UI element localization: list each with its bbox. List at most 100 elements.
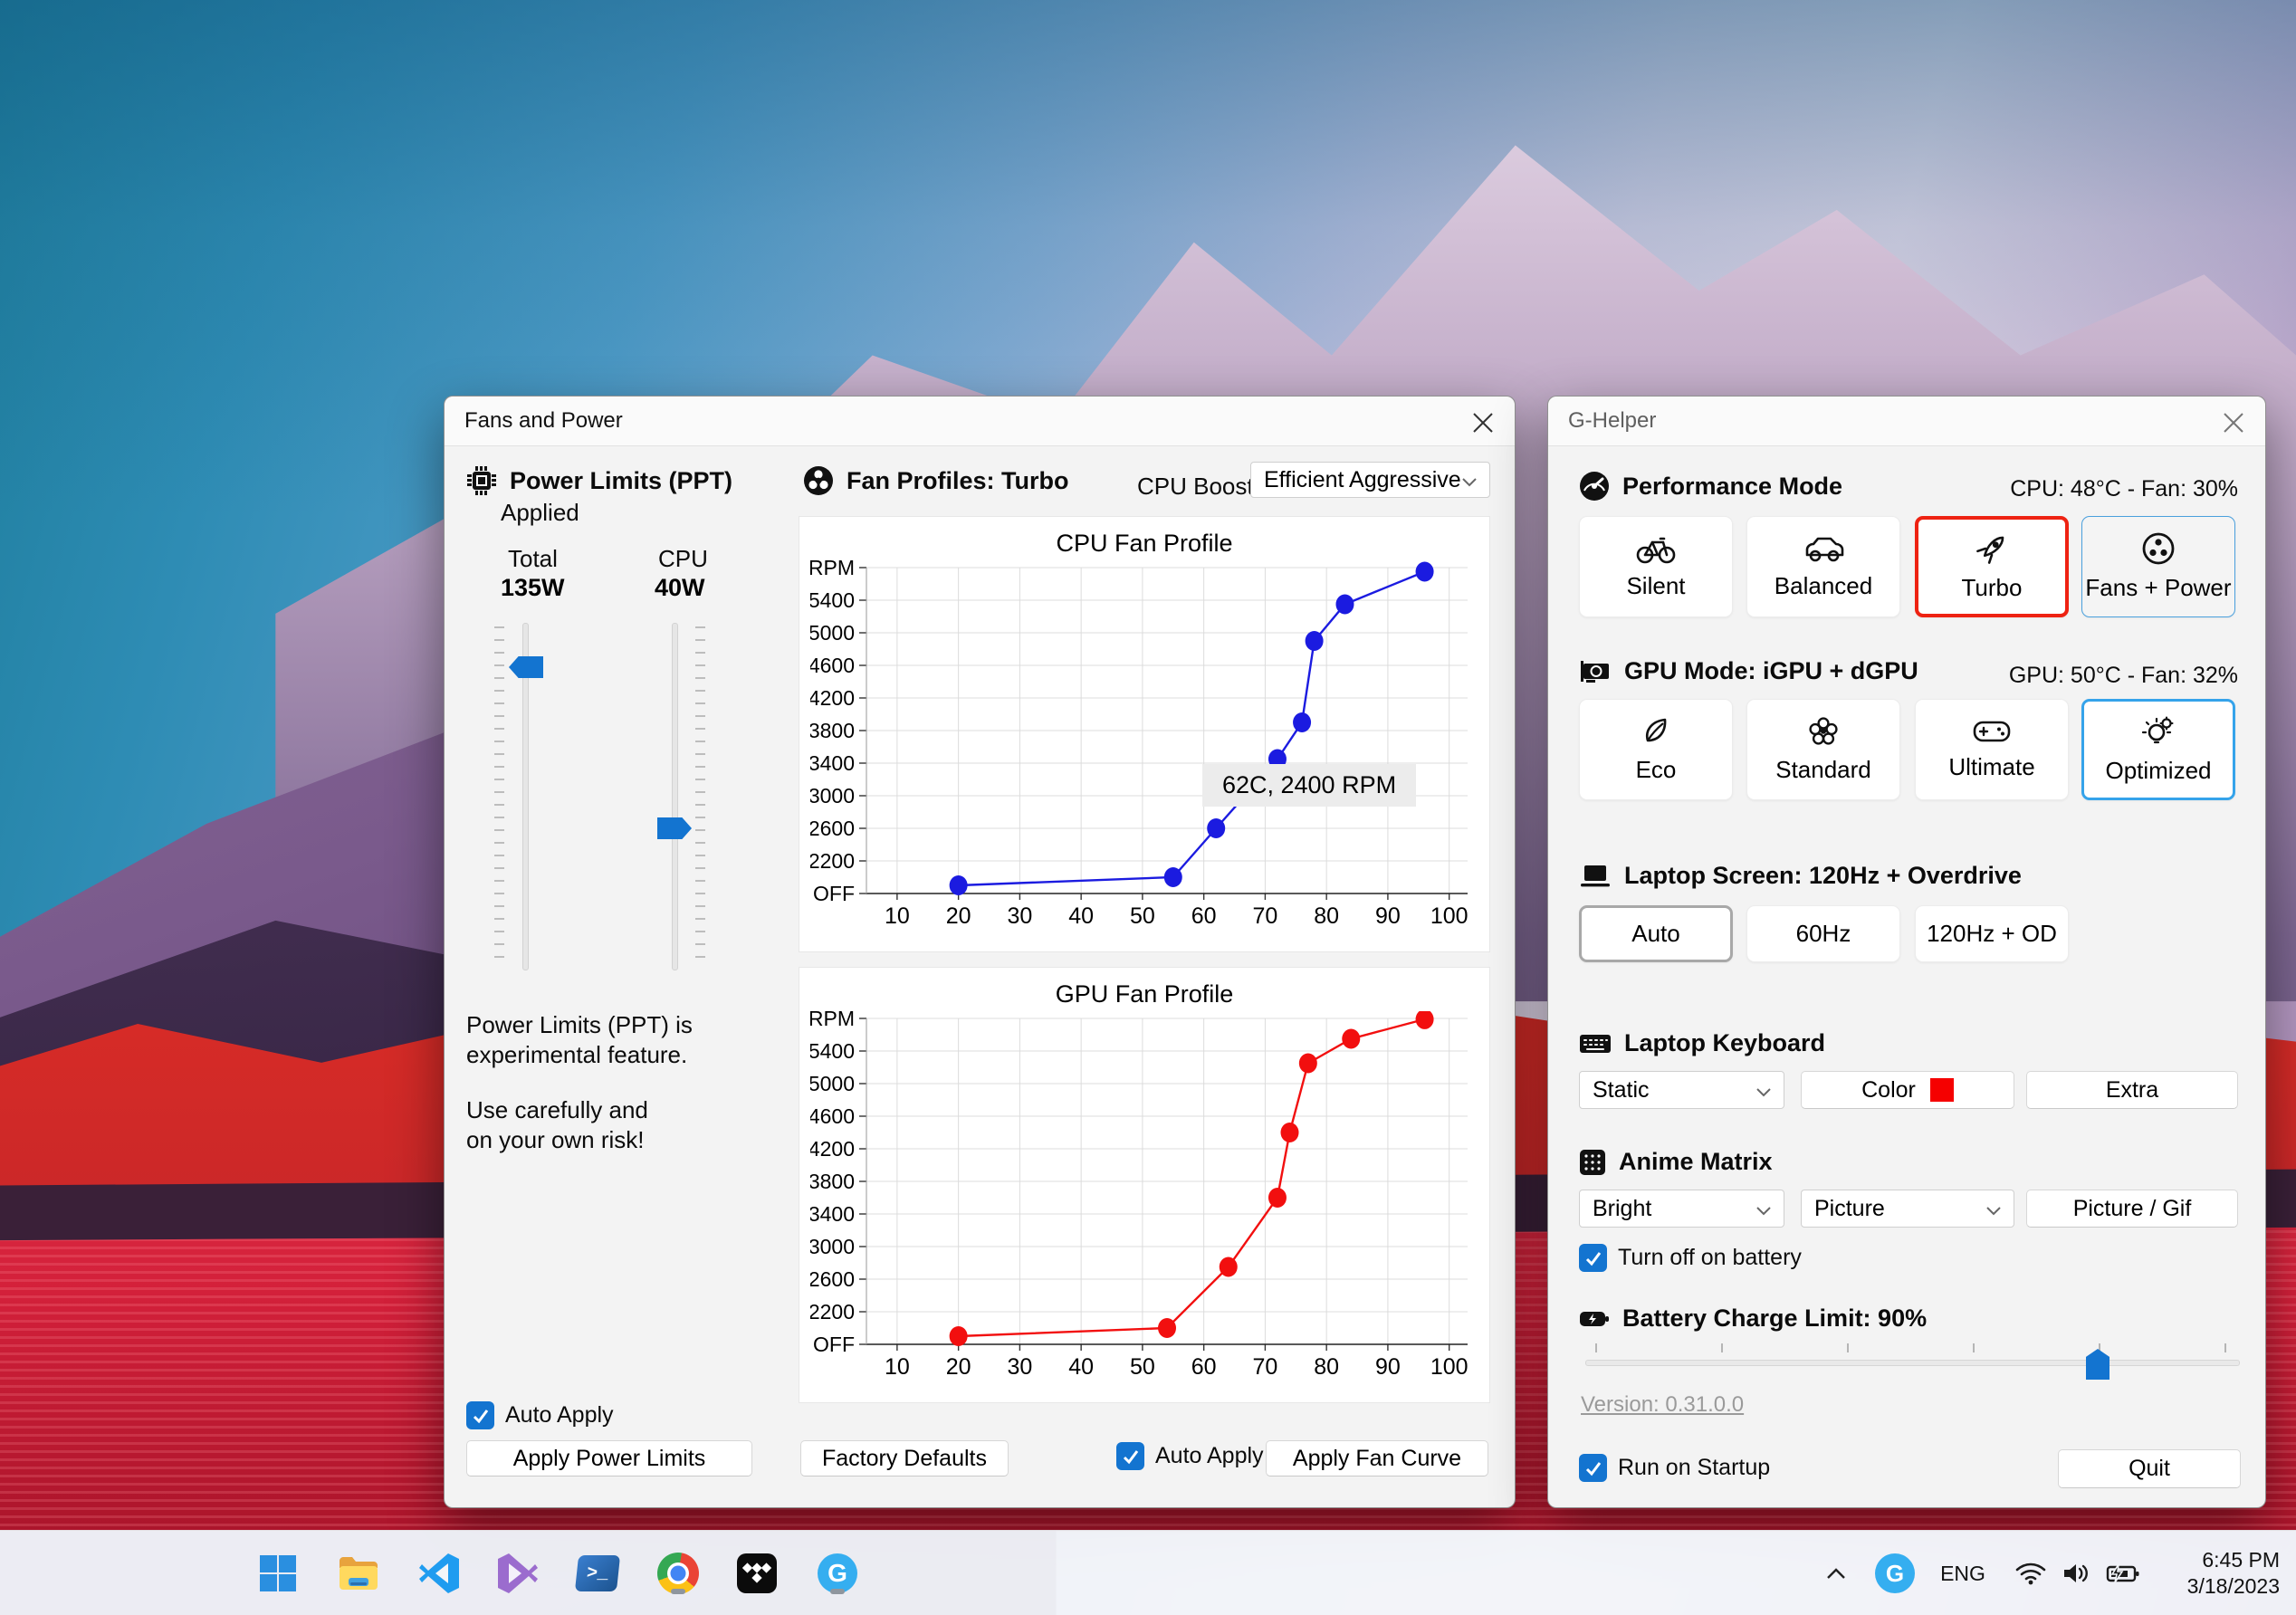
powershell-button[interactable]: >_ <box>571 1547 624 1600</box>
mode-tile-turbo[interactable]: Turbo <box>1915 516 2069 617</box>
cpu-fan-curve-plot[interactable]: 10 20 30 40 50 60 70 80 90 100 OFF 2200 2600 3000 3400… <box>808 556 1480 929</box>
bicycle-icon <box>1636 537 1676 564</box>
mode-tile-silent[interactable]: Silent <box>1579 516 1733 617</box>
svg-text:50: 50 <box>1130 903 1155 928</box>
slider-tick <box>1595 1343 1597 1352</box>
gpu-chart-title: GPU Fan Profile <box>1055 980 1234 1008</box>
svg-text:40: 40 <box>1068 903 1094 928</box>
cpu-fan-chart[interactable]: CPU Fan Profile 10 20 30 40 50 60 70 80 90 100 OFF… <box>799 516 1490 952</box>
power-auto-apply-checkbox[interactable]: Auto Apply <box>466 1401 614 1429</box>
slider-track[interactable] <box>672 623 678 970</box>
battery-tray-icon[interactable] <box>2099 1531 2148 1615</box>
desktop: Fans and Power Power Limits (PPT) Applie… <box>0 0 2296 1615</box>
checkbox-checked-icon[interactable] <box>1579 1244 1607 1272</box>
tidal-icon <box>737 1553 777 1593</box>
chevron-down-icon <box>1756 1077 1771 1104</box>
svg-text:RPM: RPM <box>810 560 855 579</box>
svg-text:4200: 4200 <box>810 686 855 710</box>
svg-text:50: 50 <box>1130 1354 1155 1379</box>
gpu-tile-standard[interactable]: Standard <box>1746 699 1900 800</box>
battery-limit-slider-thumb[interactable] <box>2086 1349 2109 1380</box>
fans-window-close-icon[interactable] <box>1469 409 1497 436</box>
svg-text:100: 100 <box>1430 903 1468 928</box>
svg-text:5000: 5000 <box>810 621 855 645</box>
gpu-fan-chart[interactable]: GPU Fan Profile 10 20 30 40 50 60 70 80 90 100 OFF… <box>799 967 1490 1403</box>
cpu-power-slider-thumb[interactable] <box>657 817 692 839</box>
screen-option-120hz-od[interactable]: 120Hz + OD <box>1915 905 2069 962</box>
battery-limit-slider[interactable] <box>1585 1338 2240 1381</box>
checkbox-checked-icon[interactable] <box>1116 1442 1144 1470</box>
screen-option-60hz[interactable]: 60Hz <box>1746 905 1900 962</box>
ghelper-taskbar-button[interactable]: G <box>811 1547 864 1600</box>
tray-ghelper-icon[interactable]: G <box>1872 1531 1918 1615</box>
visual-studio-button[interactable] <box>492 1547 544 1600</box>
slider-track[interactable] <box>1585 1360 2240 1366</box>
svg-text:60: 60 <box>1191 903 1217 928</box>
svg-text:2200: 2200 <box>810 849 855 873</box>
gamepad-icon <box>1973 721 2011 742</box>
apply-power-limits-button[interactable]: Apply Power Limits <box>466 1440 752 1476</box>
gpu-tile-eco[interactable]: Eco <box>1579 699 1733 800</box>
cpu-boost-select[interactable]: Efficient Aggressive <box>1250 462 1490 498</box>
cpu-power-slider[interactable] <box>647 623 705 970</box>
fan-auto-apply-checkbox[interactable]: Auto Apply <box>1116 1442 1264 1470</box>
matrix-brightness-select[interactable]: Bright <box>1579 1190 1784 1228</box>
slider-tick <box>1973 1343 1975 1352</box>
svg-text:5000: 5000 <box>810 1072 855 1095</box>
tray-chevron-up-icon[interactable] <box>1816 1531 1856 1615</box>
leaf-icon <box>1645 718 1667 742</box>
fan-profiles-header: Fan Profiles: Turbo <box>803 465 1069 496</box>
total-power-slider-thumb[interactable] <box>509 656 543 678</box>
svg-text:OFF: OFF <box>813 882 855 905</box>
volume-icon[interactable] <box>2053 1531 2099 1615</box>
screen-option-auto[interactable]: Auto <box>1579 905 1733 962</box>
taskbar-clock[interactable]: 6:45 PM 3/18/2023 <box>2187 1531 2280 1615</box>
keyboard-extra-button[interactable]: Extra <box>2026 1071 2238 1109</box>
svg-text:OFF: OFF <box>813 1333 855 1356</box>
mode-tile-balanced[interactable]: Balanced <box>1746 516 1900 617</box>
version-link[interactable]: Version: 0.31.0.0 <box>1581 1392 1744 1418</box>
turn-off-on-battery-checkbox[interactable]: Turn off on battery <box>1579 1244 1802 1272</box>
mode-tile-fans-power[interactable]: Fans + Power <box>2081 516 2235 617</box>
svg-text:10: 10 <box>885 903 910 928</box>
laptop-screen-header: Laptop Screen: 120Hz + Overdrive <box>1579 862 2022 890</box>
file-explorer-icon <box>340 1557 378 1590</box>
quit-button[interactable]: Quit <box>2058 1449 2241 1488</box>
start-button[interactable] <box>252 1547 304 1600</box>
factory-defaults-button[interactable]: Factory Defaults <box>800 1440 1009 1476</box>
chrome-button[interactable] <box>652 1547 704 1600</box>
file-explorer-button[interactable] <box>332 1547 385 1600</box>
total-power-slider[interactable] <box>494 623 552 970</box>
keyboard-color-button[interactable]: Color <box>1801 1071 2014 1109</box>
total-watts-value: 135W <box>501 574 565 601</box>
tray-language[interactable]: ENG <box>1936 1531 1990 1615</box>
apply-fan-curve-button[interactable]: Apply Fan Curve <box>1266 1440 1488 1476</box>
run-on-startup-checkbox[interactable]: Run on Startup <box>1579 1454 1770 1482</box>
checkbox-checked-icon[interactable] <box>1579 1454 1607 1482</box>
vscode-icon <box>419 1553 459 1593</box>
matrix-picture-gif-button[interactable]: Picture / Gif <box>2026 1190 2238 1228</box>
visual-studio-icon <box>498 1553 538 1593</box>
checkbox-checked-icon[interactable] <box>466 1401 494 1429</box>
applied-link[interactable]: Applied <box>501 499 579 527</box>
keyboard-mode-select[interactable]: Static <box>1579 1071 1784 1109</box>
fans-and-power-window: Fans and Power Power Limits (PPT) Applie… <box>444 396 1516 1508</box>
performance-mode-header: Performance Mode <box>1579 471 1842 502</box>
vscode-button[interactable] <box>413 1547 465 1600</box>
bulb-gear-icon <box>2141 716 2174 744</box>
tidal-button[interactable] <box>731 1547 783 1600</box>
ghelper-titlebar[interactable]: G-Helper <box>1548 397 2265 446</box>
fans-window-titlebar[interactable]: Fans and Power <box>445 397 1515 446</box>
laptop-icon <box>1581 865 1610 886</box>
svg-text:4600: 4600 <box>810 1104 855 1128</box>
svg-text:3000: 3000 <box>810 1235 855 1258</box>
gpu-tile-optimized[interactable]: Optimized <box>2081 699 2235 800</box>
wifi-icon[interactable] <box>2008 1531 2053 1615</box>
ghelper-close-icon[interactable] <box>2220 409 2247 436</box>
gpu-tile-ultimate[interactable]: Ultimate <box>1915 699 2069 800</box>
svg-text:5400: 5400 <box>810 1039 855 1063</box>
svg-text:20: 20 <box>946 1354 971 1379</box>
svg-text:3800: 3800 <box>810 719 855 742</box>
matrix-content-select[interactable]: Picture <box>1801 1190 2014 1228</box>
gpu-fan-curve-plot[interactable]: 10 20 30 40 50 60 70 80 90 100 OFF 2200 2600 3000 3400… <box>808 1007 1480 1380</box>
